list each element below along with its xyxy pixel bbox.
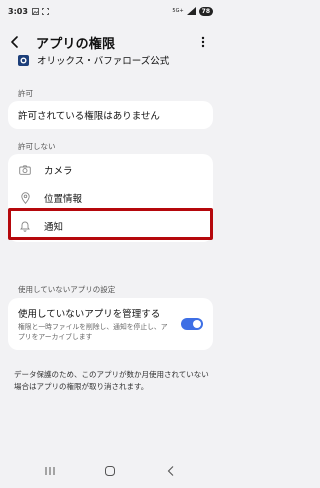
recent-apps-button[interactable] [40, 461, 60, 481]
manage-unused-apps-row[interactable]: 使用していないアプリを管理する 権限と一時ファイルを削除し、通知を停止し、アプリ… [8, 298, 213, 350]
status-time: 3:03 [8, 6, 28, 16]
permission-label: 通知 [44, 222, 64, 233]
status-right: 5G+ 78 [172, 6, 213, 16]
back-arrow-icon [11, 36, 18, 48]
permission-item-camera[interactable]: カメラ [8, 156, 213, 184]
manage-unused-apps-description: 権限と一時ファイルを削除し、通知を停止し、アプリをアーカイブします [18, 323, 168, 341]
allowed-empty-text: 許可されている権限はありません [18, 111, 160, 122]
screenshot-icon [42, 7, 49, 15]
status-bar: 3:03 5G+ 78 [0, 0, 221, 22]
section-allowed-label: 許可 [18, 89, 33, 98]
nav-back-icon [167, 466, 174, 476]
manage-unused-apps-title: 使用していないアプリを管理する [18, 309, 161, 320]
denied-card: カメラ 位置情報 通知 [8, 154, 213, 242]
battery-indicator: 78 [198, 6, 213, 16]
section-denied-label: 許可しない [18, 142, 56, 151]
more-vertical-icon [201, 36, 205, 48]
app-logo-icon [20, 57, 27, 63]
network-type-label: 5G+ [172, 7, 184, 14]
location-icon [18, 192, 32, 204]
toggle-knob [193, 320, 201, 328]
app-name: オリックス・バファローズ公式 [37, 56, 170, 67]
status-icons [32, 7, 49, 15]
app-info: オリックス・バファローズ公式 [0, 48, 221, 72]
recent-apps-icon [45, 467, 55, 475]
allowed-card: 許可されている権限はありません [8, 101, 213, 129]
app-icon [18, 54, 29, 66]
home-button[interactable] [100, 461, 120, 481]
nav-back-button[interactable] [161, 461, 181, 481]
home-icon [105, 466, 116, 476]
permission-label: カメラ [44, 166, 73, 177]
bell-icon [18, 220, 32, 232]
section-unused-label: 使用していないアプリの設定 [18, 285, 116, 294]
camera-icon [18, 165, 32, 175]
signal-icon [186, 7, 196, 15]
permission-label: 位置情報 [44, 194, 83, 205]
permission-item-notification[interactable]: 通知 [8, 212, 213, 240]
footer-note: データ保護のため、このアプリが数か月使用されていない場合はアプリの権限が取り消さ… [14, 370, 209, 391]
permission-item-location[interactable]: 位置情報 [8, 184, 213, 212]
manage-unused-apps-text: 使用していないアプリを管理する 権限と一時ファイルを削除し、通知を停止し、アプリ… [18, 306, 173, 342]
manage-unused-apps-toggle[interactable] [181, 318, 203, 330]
image-icon [32, 7, 39, 15]
unused-card: 使用していないアプリを管理する 権限と一時ファイルを削除し、通知を停止し、アプリ… [8, 298, 213, 350]
navigation-bar [0, 454, 221, 488]
allowed-empty-row: 許可されている権限はありません [8, 101, 213, 129]
